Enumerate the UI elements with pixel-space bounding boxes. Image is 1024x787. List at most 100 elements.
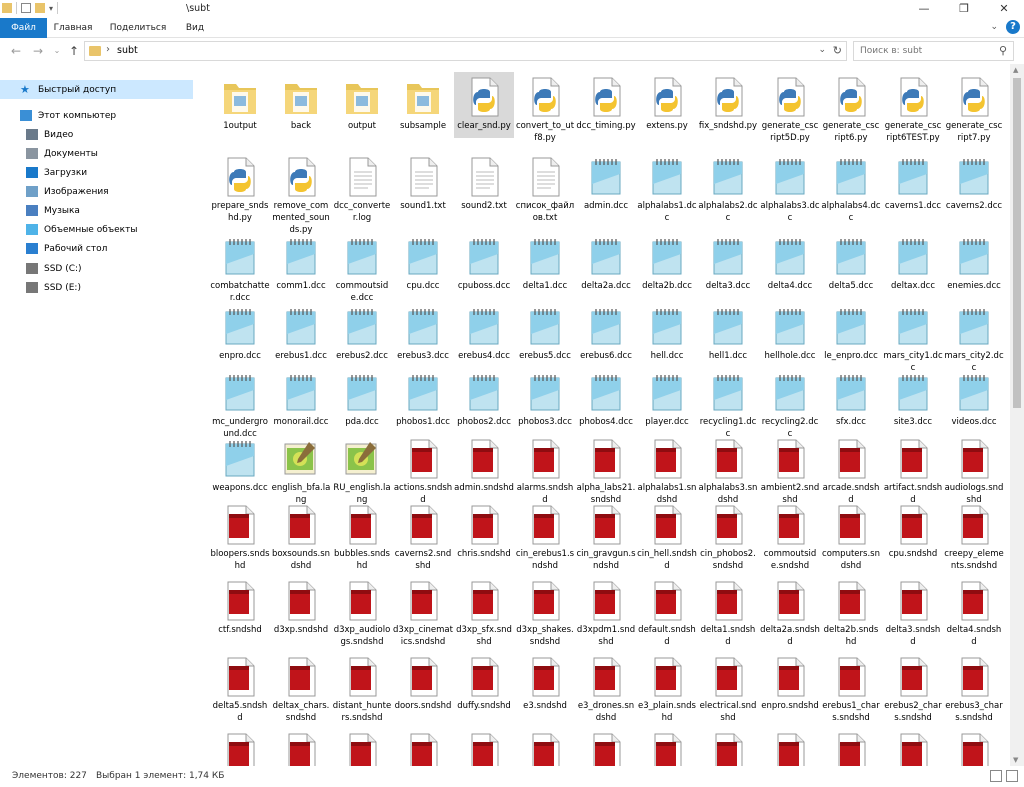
file-item[interactable]: deltax_chars.sndshd (271, 648, 331, 724)
file-item[interactable]: sfx.dcc (821, 364, 881, 428)
file-item[interactable]: e3_plain.sndshd (637, 648, 697, 724)
file-item[interactable]: generate_cscript5D.py (760, 68, 820, 144)
file-item[interactable]: erebus3_chars.sndshd (944, 648, 1004, 724)
file-item[interactable]: admin.dcc (576, 148, 636, 212)
file-item[interactable]: erebus1_chars.sndshd (821, 648, 881, 724)
file-item[interactable]: artifact.sndshd (883, 430, 943, 506)
file-item[interactable]: cin_erebus1.sndshd (515, 496, 575, 572)
sidebar-item[interactable]: Музыка (0, 201, 193, 220)
help-icon[interactable]: ? (1006, 20, 1020, 34)
file-item[interactable] (821, 724, 881, 766)
file-item[interactable]: deltax.dcc (883, 228, 943, 292)
file-item[interactable]: weapons.dcc (210, 430, 270, 494)
file-item[interactable]: cpu.dcc (393, 228, 453, 292)
file-item[interactable]: d3xp_audiologs.sndshd (332, 572, 392, 648)
file-item[interactable]: erebus2_chars.sndshd (883, 648, 943, 724)
sidebar-item[interactable]: SSD (C:) (0, 259, 193, 278)
file-item[interactable]: generate_cscript6.py (821, 68, 881, 144)
file-item[interactable]: bubbles.sndshd (332, 496, 392, 572)
details-view-icon[interactable] (990, 770, 1002, 782)
file-item[interactable]: monorail.dcc (271, 364, 331, 428)
file-item[interactable]: player.dcc (637, 364, 697, 428)
file-item[interactable]: convert_to_utf8.py (515, 68, 575, 144)
file-item[interactable]: output (332, 68, 392, 132)
file-item[interactable] (515, 724, 575, 766)
file-item[interactable]: d3xp_sfx.sndshd (454, 572, 514, 648)
file-item[interactable]: bloopers.sndshd (210, 496, 270, 572)
file-item[interactable]: phobos4.dcc (576, 364, 636, 428)
file-item[interactable]: cin_phobos2.sndshd (698, 496, 758, 572)
file-item[interactable]: computers.sndshd (821, 496, 881, 572)
file-item[interactable]: alphalabs1.dcc (637, 148, 697, 224)
file-item[interactable]: delta4.dcc (760, 228, 820, 292)
recent-locations-icon[interactable]: ⌄ (49, 43, 65, 59)
file-item[interactable] (210, 724, 270, 766)
file-item[interactable]: creepy_elements.sndshd (944, 496, 1004, 572)
file-item[interactable]: generate_cscript7.py (944, 68, 1004, 144)
file-item[interactable]: enemies.dcc (944, 228, 1004, 292)
file-item[interactable]: erebus1.dcc (271, 298, 331, 362)
file-item[interactable]: clear_snd.py (454, 68, 514, 138)
file-item[interactable]: alphalabs3.dcc (760, 148, 820, 224)
sidebar-item[interactable]: Документы (0, 144, 193, 163)
file-item[interactable]: cin_hell.sndshd (637, 496, 697, 572)
file-item[interactable]: erebus2.dcc (332, 298, 392, 362)
forward-arrow-icon[interactable]: → (30, 43, 46, 59)
file-item[interactable]: commoutside.sndshd (760, 496, 820, 572)
file-item[interactable]: back (271, 68, 331, 132)
file-item[interactable]: delta3.sndshd (883, 572, 943, 648)
file-item[interactable]: cpuboss.dcc (454, 228, 514, 292)
file-item[interactable]: alarms.sndshd (515, 430, 575, 506)
properties-icon[interactable] (21, 3, 31, 13)
file-item[interactable]: dcc_converter.log (332, 148, 392, 224)
file-item[interactable]: subsample (393, 68, 453, 132)
scrollbar-thumb[interactable] (1013, 78, 1021, 408)
address-bar[interactable]: › subt ⌄ ↻ (84, 41, 847, 61)
file-item[interactable]: phobos2.dcc (454, 364, 514, 428)
file-item[interactable]: comm1.dcc (271, 228, 331, 292)
file-item[interactable]: RU_english.lang (332, 430, 392, 506)
file-item[interactable] (760, 724, 820, 766)
search-icon[interactable]: ⚲ (999, 44, 1007, 57)
file-item[interactable]: actions.sndshd (393, 430, 453, 506)
file-item[interactable]: e3.sndshd (515, 648, 575, 712)
sidebar-item[interactable]: Изображения (0, 182, 193, 201)
up-arrow-icon[interactable]: ↑ (66, 43, 82, 59)
file-item[interactable]: chris.sndshd (454, 496, 514, 560)
tab-view[interactable]: Вид (176, 18, 214, 38)
file-item[interactable]: extens.py (637, 68, 697, 132)
file-item[interactable]: phobos1.dcc (393, 364, 453, 428)
file-item[interactable] (944, 724, 1004, 766)
file-item[interactable] (271, 724, 331, 766)
file-item[interactable]: hell1.dcc (698, 298, 758, 362)
sidebar-item[interactable]: SSD (E:) (0, 278, 193, 297)
file-item[interactable]: d3xpdm1.sndshd (576, 572, 636, 648)
file-item[interactable]: fix_sndshd.py (698, 68, 758, 132)
file-item[interactable]: arcade.sndshd (821, 430, 881, 506)
tab-file[interactable]: Файл (0, 18, 47, 38)
file-item[interactable]: delta5.sndshd (210, 648, 270, 724)
file-item[interactable]: delta2b.sndshd (821, 572, 881, 648)
expand-ribbon-icon[interactable]: ⌄ (990, 22, 998, 32)
file-item[interactable]: sound2.txt (454, 148, 514, 212)
file-item[interactable]: delta3.dcc (698, 228, 758, 292)
customize-qat-icon[interactable]: ▾ (49, 4, 53, 13)
file-item[interactable]: delta4.sndshd (944, 572, 1004, 648)
chevron-down-icon[interactable]: ⌄ (818, 45, 826, 55)
file-item[interactable]: pda.dcc (332, 364, 392, 428)
file-item[interactable]: erebus5.dcc (515, 298, 575, 362)
file-item[interactable]: e3_drones.sndshd (576, 648, 636, 724)
file-item[interactable]: erebus3.dcc (393, 298, 453, 362)
file-item[interactable] (576, 724, 636, 766)
file-item[interactable]: delta5.dcc (821, 228, 881, 292)
file-item[interactable]: phobos3.dcc (515, 364, 575, 428)
breadcrumb[interactable]: subt (117, 45, 138, 56)
file-item[interactable]: sound1.txt (393, 148, 453, 212)
file-item[interactable]: delta2b.dcc (637, 228, 697, 292)
sidebar-item[interactable]: ★ Быстрый доступ (0, 80, 193, 99)
file-item[interactable] (637, 724, 697, 766)
file-item[interactable]: le_enpro.dcc (821, 298, 881, 362)
file-item[interactable]: caverns2.sndshd (393, 496, 453, 572)
file-item[interactable]: 1output (210, 68, 270, 132)
scroll-up-icon[interactable]: ▲ (1013, 66, 1018, 74)
